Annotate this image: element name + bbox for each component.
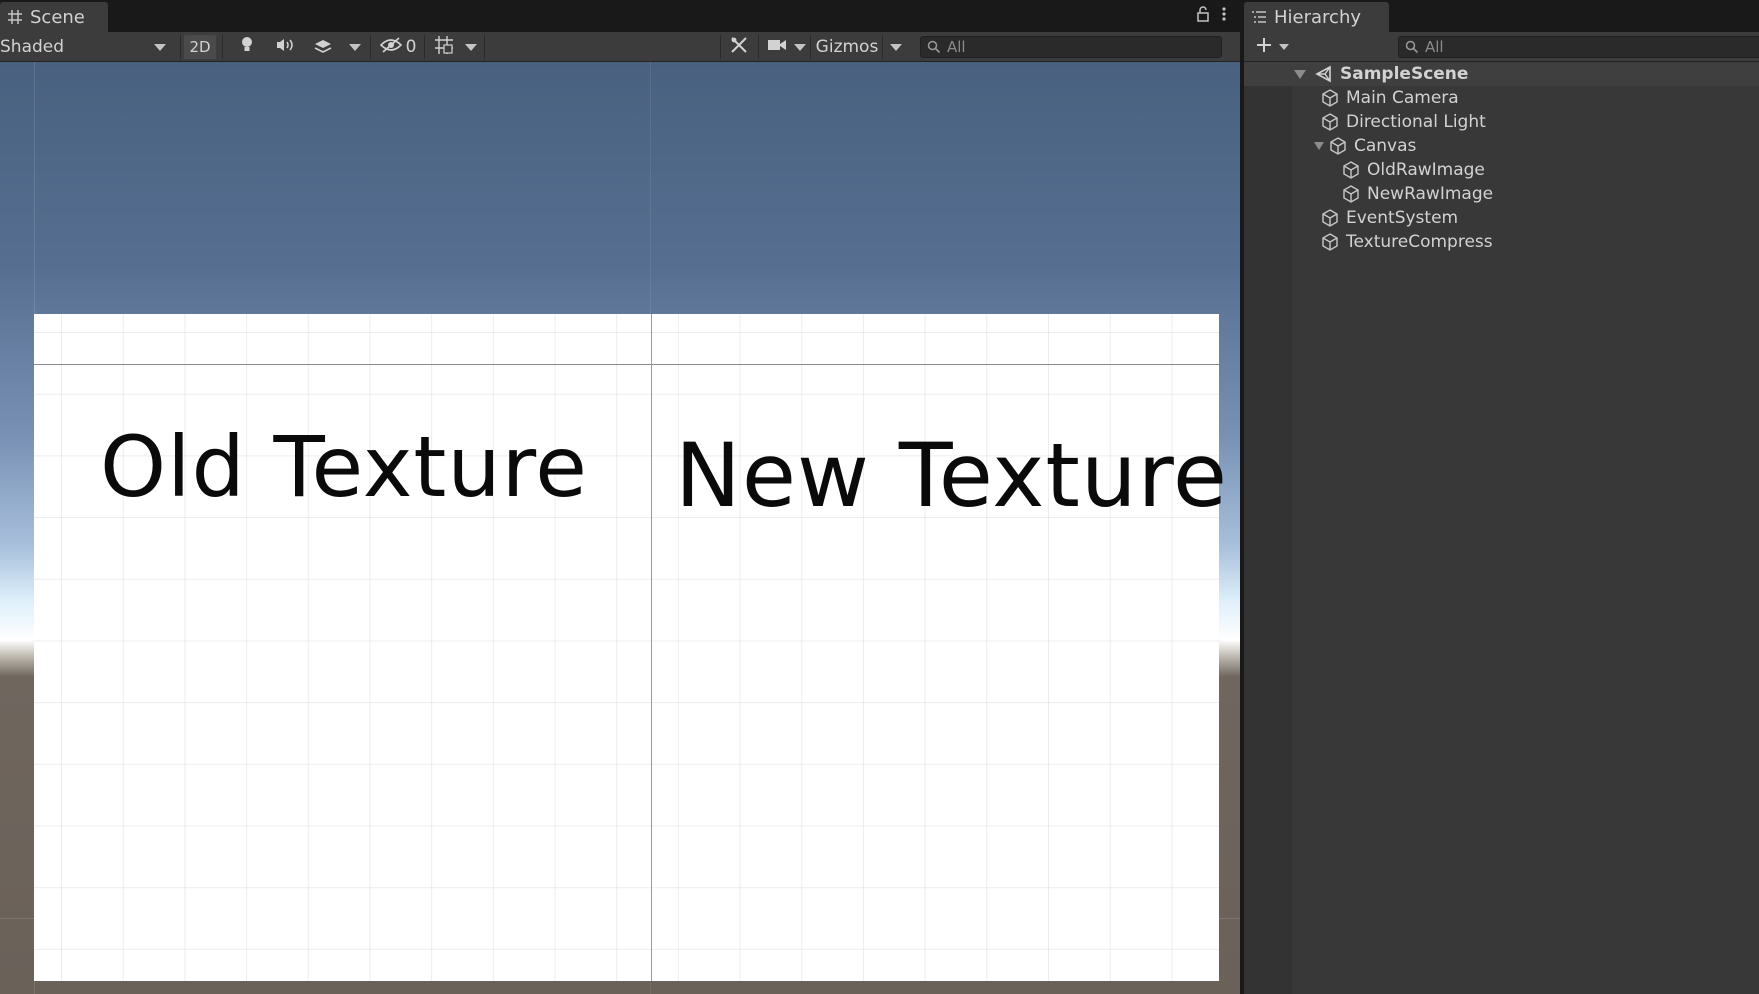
scene-search-placeholder: All [947, 38, 966, 56]
shading-mode-label: Shaded [0, 37, 65, 57]
audio-toggle[interactable] [268, 35, 302, 59]
hierarchy-item-label: EventSystem [1346, 208, 1459, 228]
chevron-down-icon [154, 43, 166, 51]
camera-settings-dropdown[interactable] [792, 35, 808, 59]
gizmos-button[interactable]: Gizmos [814, 35, 880, 59]
scene-tab-bar: Scene [0, 0, 1240, 32]
hierarchy-item[interactable]: EventSystem [1244, 206, 1759, 230]
hidden-objects-toggle[interactable]: 0 [376, 35, 420, 59]
tab-hierarchy[interactable]: Hierarchy [1244, 2, 1389, 32]
tab-scene[interactable]: Scene [0, 2, 108, 32]
new-texture-label: New Texture [675, 424, 1229, 527]
shading-mode-dropdown[interactable]: Shaded [0, 35, 172, 59]
hierarchy-item[interactable]: OldRawImage [1244, 158, 1759, 182]
hierarchy-item-label: TextureCompress [1346, 232, 1493, 252]
chevron-down-icon [890, 43, 902, 51]
lock-icon[interactable] [1196, 6, 1210, 26]
tab-actions [1196, 6, 1226, 26]
grid-icon [6, 8, 24, 26]
hierarchy-item-label: Directional Light [1346, 112, 1486, 132]
chevron-down-icon [1279, 44, 1289, 50]
more-options-icon[interactable] [1222, 6, 1226, 26]
unity-scene-icon [1315, 65, 1331, 83]
lightbulb-icon [240, 36, 254, 59]
canvas-divider-line [651, 314, 652, 981]
mode-2d-label: 2D [189, 38, 211, 56]
chevron-down-icon [465, 43, 477, 51]
plus-icon [1255, 36, 1273, 59]
tools-toggle[interactable] [724, 35, 754, 59]
hierarchy-search-input[interactable]: All [1398, 36, 1759, 58]
hierarchy-item[interactable]: TextureCompress [1244, 230, 1759, 254]
grid-snap-toggle[interactable] [428, 35, 460, 59]
scene-panel: Scene Shaded 2D 0 Gizmos All Old Texture… [0, 0, 1240, 994]
search-icon [927, 40, 941, 54]
gameobject-cube-icon [1343, 185, 1359, 203]
scene-search-input[interactable]: All [920, 36, 1222, 58]
mode-2d-toggle[interactable]: 2D [184, 35, 216, 59]
hierarchy-item[interactable]: Directional Light [1244, 110, 1759, 134]
hierarchy-item[interactable]: NewRawImage [1244, 182, 1759, 206]
expand-arrow-icon[interactable] [1314, 142, 1324, 150]
effects-dropdown[interactable] [346, 35, 364, 59]
hierarchy-item-label: NewRawImage [1367, 184, 1494, 204]
scene-viewport[interactable]: Old Texture New Texture [0, 62, 1240, 994]
gizmos-label: Gizmos [815, 37, 879, 57]
grid-snap-icon [434, 35, 454, 60]
hierarchy-item-label: Main Camera [1346, 88, 1459, 108]
lighting-toggle[interactable] [230, 35, 264, 59]
hierarchy-item-label: OldRawImage [1367, 160, 1485, 180]
gameobject-cube-icon [1322, 89, 1338, 107]
hierarchy-item-label: Canvas [1354, 136, 1417, 156]
expand-arrow-icon[interactable] [1294, 69, 1306, 79]
create-button[interactable] [1252, 35, 1292, 59]
scene-name: SampleScene [1340, 64, 1469, 84]
scene-toolbar: Shaded 2D 0 Gizmos All [0, 32, 1240, 62]
grid-snap-dropdown[interactable] [462, 35, 480, 59]
list-icon [1250, 8, 1268, 26]
speaker-icon [275, 37, 295, 58]
gameobject-cube-icon [1343, 161, 1359, 179]
hidden-count: 0 [405, 37, 417, 57]
chevron-down-icon [349, 43, 361, 51]
hierarchy-toolbar: All [1244, 32, 1759, 62]
gameobject-cube-icon [1322, 113, 1338, 131]
gameobject-cube-icon [1322, 209, 1338, 227]
old-texture-label: Old Texture [100, 418, 588, 516]
gameobject-cube-icon [1322, 233, 1338, 251]
gizmos-dropdown[interactable] [886, 35, 906, 59]
camera-settings-button[interactable] [762, 35, 792, 59]
tab-hierarchy-label: Hierarchy [1274, 6, 1362, 28]
search-icon [1405, 40, 1419, 54]
hierarchy-item[interactable]: Canvas [1244, 134, 1759, 158]
hierarchy-tab-bar: Hierarchy [1244, 0, 1759, 32]
ui-canvas-preview: Old Texture New Texture [34, 314, 1227, 981]
camera-icon [767, 37, 787, 57]
scene-row[interactable]: SampleScene [1244, 62, 1759, 86]
eye-slash-icon [379, 36, 402, 58]
gameobject-cube-icon [1330, 137, 1346, 155]
chevron-down-icon [794, 43, 806, 51]
effects-toggle[interactable] [306, 35, 340, 59]
hierarchy-panel: Hierarchy All SampleScene Main Camera Di… [1244, 0, 1759, 994]
canvas-guide-line [34, 364, 1219, 365]
hierarchy-search-placeholder: All [1425, 38, 1444, 56]
tools-icon [730, 36, 748, 59]
layers-icon [313, 36, 333, 59]
tab-scene-label: Scene [30, 6, 85, 28]
hierarchy-item[interactable]: Main Camera [1244, 86, 1759, 110]
